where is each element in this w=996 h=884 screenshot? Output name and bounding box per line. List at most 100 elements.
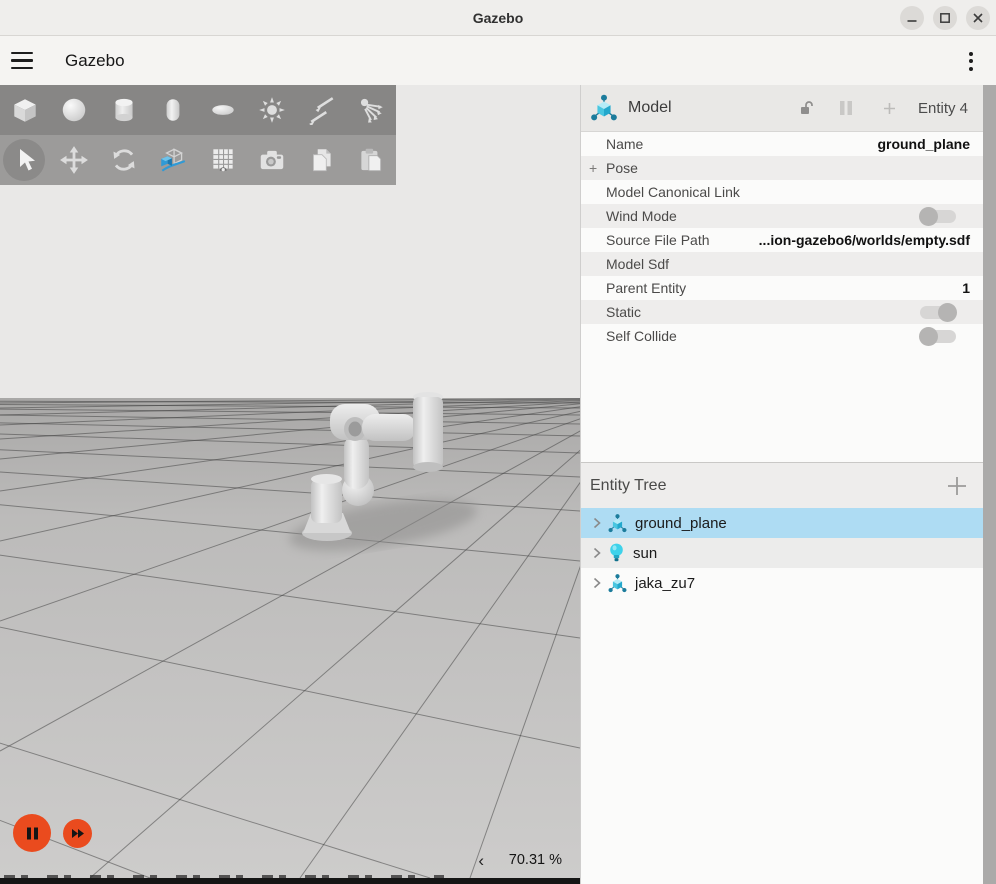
model-row-wind-mode[interactable]: Wind Mode <box>581 204 996 228</box>
pause-button[interactable] <box>13 814 51 852</box>
entity-name: sun <box>633 545 657 562</box>
kebab-menu-button[interactable] <box>962 48 980 74</box>
property-label: Parent Entity <box>606 280 962 296</box>
grid-config-tool-button[interactable] <box>198 135 248 185</box>
sphere-tool-button[interactable] <box>50 85 100 135</box>
toggle-knob <box>919 327 938 346</box>
cylinder-icon <box>109 95 139 125</box>
entity-tree-list: ground_planesun jaka_zu7 <box>581 508 996 598</box>
minimize-button[interactable] <box>900 6 924 30</box>
maximize-button[interactable] <box>933 6 957 30</box>
step-forward-button[interactable] <box>63 819 92 848</box>
paste-icon <box>356 145 386 175</box>
model-row-pose[interactable]: +Pose <box>581 156 996 180</box>
point-light-tool-button[interactable] <box>248 85 298 135</box>
property-label: Model Sdf <box>606 256 970 272</box>
sphere-icon <box>59 95 89 125</box>
property-label: Pose <box>606 160 970 176</box>
property-label: Source File Path <box>606 232 759 248</box>
add-entity-button[interactable] <box>946 475 968 497</box>
titlebar: Gazebo <box>0 0 996 36</box>
scene-toolbar <box>0 85 396 185</box>
static-toggle[interactable] <box>920 306 956 319</box>
select-arrow-tool-button[interactable] <box>0 135 50 185</box>
model-row-parent-entity[interactable]: Parent Entity1 <box>581 276 996 300</box>
rotate-tool-button[interactable] <box>99 135 149 185</box>
entity-tree-header: Entity Tree <box>581 462 996 508</box>
playback-controls <box>13 814 92 852</box>
app-title: Gazebo <box>65 51 125 71</box>
property-value: 1 <box>962 280 970 296</box>
pause-plugin-button[interactable] <box>839 100 853 116</box>
expand-chevron-icon[interactable] <box>593 577 601 589</box>
model-row-model-sdf[interactable]: Model Sdf <box>581 252 996 276</box>
wind-mode-toggle[interactable] <box>920 210 956 223</box>
expand-chevron-icon[interactable] <box>593 517 601 529</box>
model-property-list: Nameground_plane+PoseModel Canonical Lin… <box>581 132 996 348</box>
point-light-icon <box>257 95 287 125</box>
entity-tree-panel: Entity Tree ground_planesun jaka_zu7 <box>581 462 996 598</box>
property-label: Wind Mode <box>606 208 920 224</box>
model-icon <box>589 93 619 123</box>
plus-icon <box>883 102 896 115</box>
pause-icon <box>25 826 40 841</box>
model-row-model-canonical-link[interactable]: Model Canonical Link <box>581 180 996 204</box>
model-row-name[interactable]: Nameground_plane <box>581 132 996 156</box>
property-value: ground_plane <box>877 136 970 152</box>
gazebo-window: Gazebo Gazebo <box>0 0 996 884</box>
copy-tool-button[interactable] <box>297 135 347 185</box>
select-arrow-icon <box>11 146 39 174</box>
capsule-icon <box>158 95 188 125</box>
property-label: Self Collide <box>606 328 920 344</box>
3d-viewport[interactable]: ‹ 70.31 % <box>0 85 580 878</box>
copy-icon <box>307 145 337 175</box>
rotate-icon <box>109 145 139 175</box>
ellipsoid-tool-button[interactable] <box>198 85 248 135</box>
view-angle-tool-button[interactable] <box>149 135 199 185</box>
model-row-static[interactable]: Static <box>581 300 996 324</box>
close-button[interactable] <box>966 6 990 30</box>
panel-scrollbar[interactable] <box>983 85 996 884</box>
hamburger-menu-button[interactable] <box>0 36 44 85</box>
model-panel-title: Model <box>628 99 672 117</box>
cylinder-tool-button[interactable] <box>99 85 149 135</box>
capsule-tool-button[interactable] <box>149 85 199 135</box>
clipped-status-text <box>4 875 444 878</box>
grid-config-icon <box>208 145 238 175</box>
spot-light-tool-button[interactable] <box>347 85 397 135</box>
unlock-icon <box>799 100 815 116</box>
3d-scene <box>0 85 580 878</box>
entity-tree-item-sun[interactable]: sun <box>581 538 996 568</box>
collapse-chevron-icon[interactable]: ‹ <box>478 852 484 869</box>
expand-chevron-icon[interactable] <box>593 547 601 559</box>
paste-tool-button[interactable] <box>347 135 397 185</box>
right-panel: Model <box>580 85 996 884</box>
property-label: Name <box>606 136 877 152</box>
unlock-button[interactable] <box>799 100 815 116</box>
screenshot-tool-button[interactable] <box>248 135 298 185</box>
model-row-source-file-path[interactable]: Source File Path...ion-gazebo6/worlds/em… <box>581 228 996 252</box>
translate-tool-button[interactable] <box>50 135 100 185</box>
directional-light-tool-button[interactable] <box>297 85 347 135</box>
add-component-button[interactable] <box>883 102 896 115</box>
self-collide-toggle[interactable] <box>920 330 956 343</box>
view-angle-icon <box>158 145 188 175</box>
directional-light-icon <box>307 95 337 125</box>
translate-icon <box>59 145 89 175</box>
entity-tree-item-ground_plane[interactable]: ground_plane <box>581 508 996 538</box>
model-row-self-collide[interactable]: Self Collide <box>581 324 996 348</box>
entity-name: ground_plane <box>635 515 727 532</box>
entity-tree-item-jaka_zu7[interactable]: jaka_zu7 <box>581 568 996 598</box>
ellipsoid-icon <box>208 95 238 125</box>
maximize-icon <box>939 12 951 24</box>
zoom-percent: 70.31 % <box>509 852 562 868</box>
box-icon <box>10 95 40 125</box>
property-label: Model Canonical Link <box>606 184 970 200</box>
expand-plus-icon[interactable]: + <box>589 160 602 176</box>
minimize-icon <box>906 12 918 24</box>
entity-tree-title: Entity Tree <box>590 477 946 495</box>
light-icon <box>607 542 626 564</box>
pause-icon <box>839 100 853 116</box>
window-title: Gazebo <box>473 10 524 26</box>
box-tool-button[interactable] <box>0 85 50 135</box>
